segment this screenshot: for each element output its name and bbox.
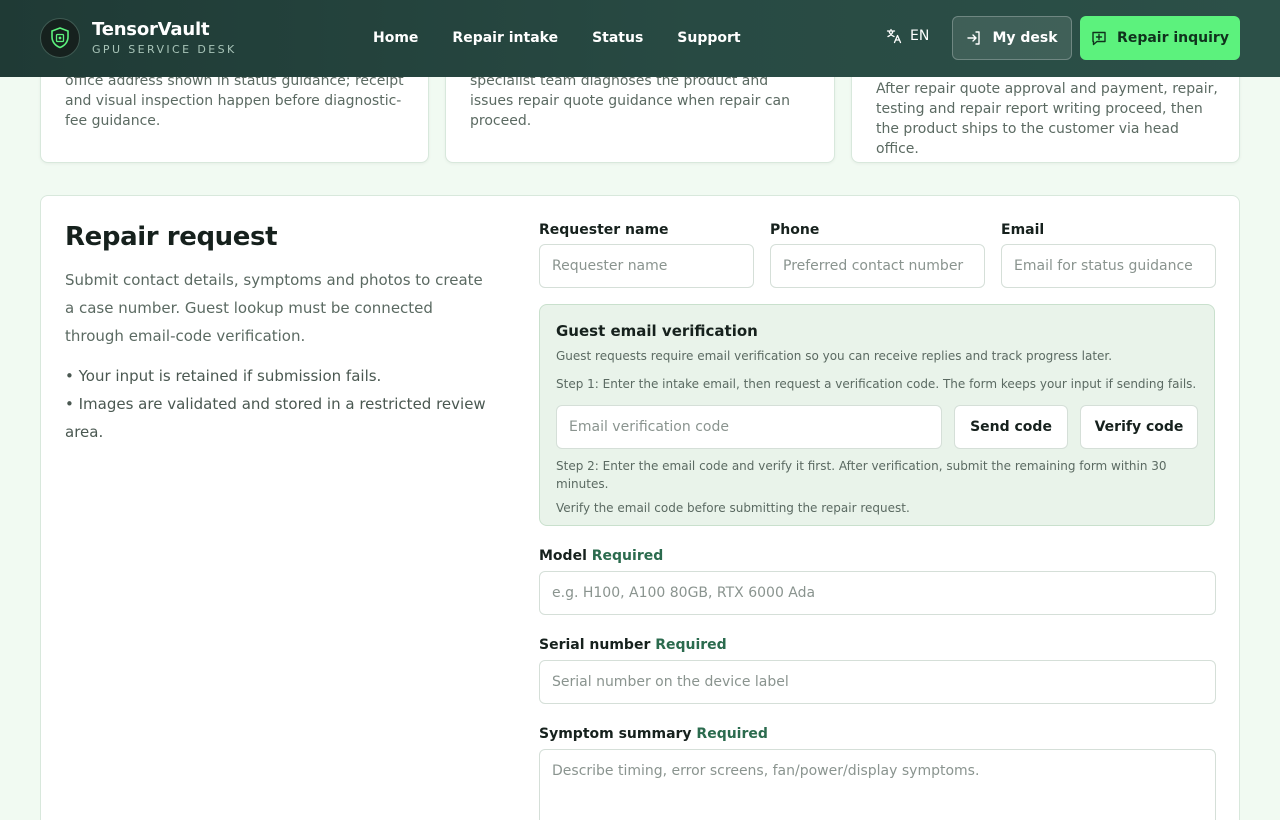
nav-home[interactable]: Home	[373, 28, 418, 48]
info-bullet: • Images are validated and stored in a r…	[65, 395, 486, 441]
nav-support[interactable]: Support	[677, 28, 740, 48]
requester-name-input[interactable]	[539, 244, 754, 288]
verification-row: Send code Verify code	[556, 405, 1198, 449]
symptom-field: Symptom summary Required	[539, 724, 1216, 820]
phone-label: Phone	[770, 222, 820, 238]
shield-logo-icon	[40, 18, 80, 58]
email-label: Email	[1001, 222, 1045, 238]
step-card-text: office address shown in status guidance;…	[65, 73, 404, 129]
model-label: Model Required	[539, 546, 1216, 566]
repair-inquiry-label: Repair inquiry	[1117, 30, 1229, 46]
required-marker: Required	[591, 548, 664, 564]
email-input[interactable]	[1001, 244, 1216, 288]
section-description: Submit contact details, symptoms and pho…	[65, 271, 483, 345]
translate-icon	[886, 28, 902, 44]
requester-name-label: Requester name	[539, 222, 669, 238]
serial-field: Serial number Required	[539, 635, 1216, 704]
verify-code-button[interactable]: Verify code	[1080, 405, 1198, 449]
model-input[interactable]	[539, 571, 1216, 615]
top-navigation-bar: TensorVault GPU SERVICE DESK Home Repair…	[0, 0, 1280, 77]
required-marker: Required	[696, 726, 768, 742]
section-title: Repair request	[65, 222, 278, 252]
brand-name: TensorVault	[92, 19, 210, 40]
model-field: Model Required	[539, 546, 1216, 615]
verification-title: Guest email verification	[556, 322, 758, 340]
verification-code-input[interactable]	[556, 405, 942, 449]
info-list: • Your input is retained if submission f…	[65, 362, 495, 446]
repair-intro: Repair request Submit contact details, s…	[65, 220, 495, 446]
nav-repair-intake[interactable]: Repair intake	[452, 28, 558, 48]
repair-inquiry-button[interactable]: Repair inquiry	[1080, 16, 1240, 60]
verification-hint: Verify the email code before submitting …	[556, 501, 910, 515]
brand[interactable]: TensorVault GPU SERVICE DESK	[40, 18, 237, 58]
repair-request-form: Requester name Phone Email Guest email v…	[539, 220, 1216, 820]
info-bullet: • Your input is retained if submission f…	[65, 367, 382, 385]
verification-step-1: Step 1: Enter the intake email, then req…	[556, 377, 1197, 391]
verification-step-2: Step 2: Enter the email code and verify …	[556, 459, 1167, 491]
phone-input[interactable]	[770, 244, 985, 288]
language-label: EN	[910, 28, 930, 44]
contact-row: Requester name Phone Email	[539, 220, 1216, 288]
nav-status[interactable]: Status	[592, 28, 643, 48]
language-switcher[interactable]: EN	[886, 28, 929, 44]
message-plus-icon	[1092, 31, 1106, 46]
step-card-text: specialist team diagnoses the product an…	[470, 73, 790, 129]
guest-email-verification: Guest email verification Guest requests …	[539, 304, 1215, 526]
repair-request-panel: Repair request Submit contact details, s…	[40, 195, 1240, 820]
required-marker: Required	[655, 637, 727, 653]
serial-label-text: Serial number	[539, 637, 651, 653]
verification-note: Guest requests require email verificatio…	[556, 349, 1113, 363]
model-label-text: Model	[539, 548, 587, 564]
serial-label: Serial number Required	[539, 635, 1216, 655]
symptom-label-text: Symptom summary	[539, 726, 692, 742]
symptom-label: Symptom summary Required	[539, 724, 1216, 744]
brand-subtitle: GPU SERVICE DESK	[92, 43, 237, 56]
send-code-button[interactable]: Send code	[954, 405, 1068, 449]
my-desk-button[interactable]: My desk	[952, 16, 1072, 60]
main-nav: Home Repair intake Status Support	[373, 28, 775, 48]
step-card-text: After repair quote approval and payment,…	[876, 81, 1218, 157]
login-icon	[967, 31, 981, 45]
serial-input[interactable]	[539, 660, 1216, 704]
my-desk-label: My desk	[992, 30, 1058, 46]
symptom-textarea[interactable]	[539, 749, 1216, 820]
